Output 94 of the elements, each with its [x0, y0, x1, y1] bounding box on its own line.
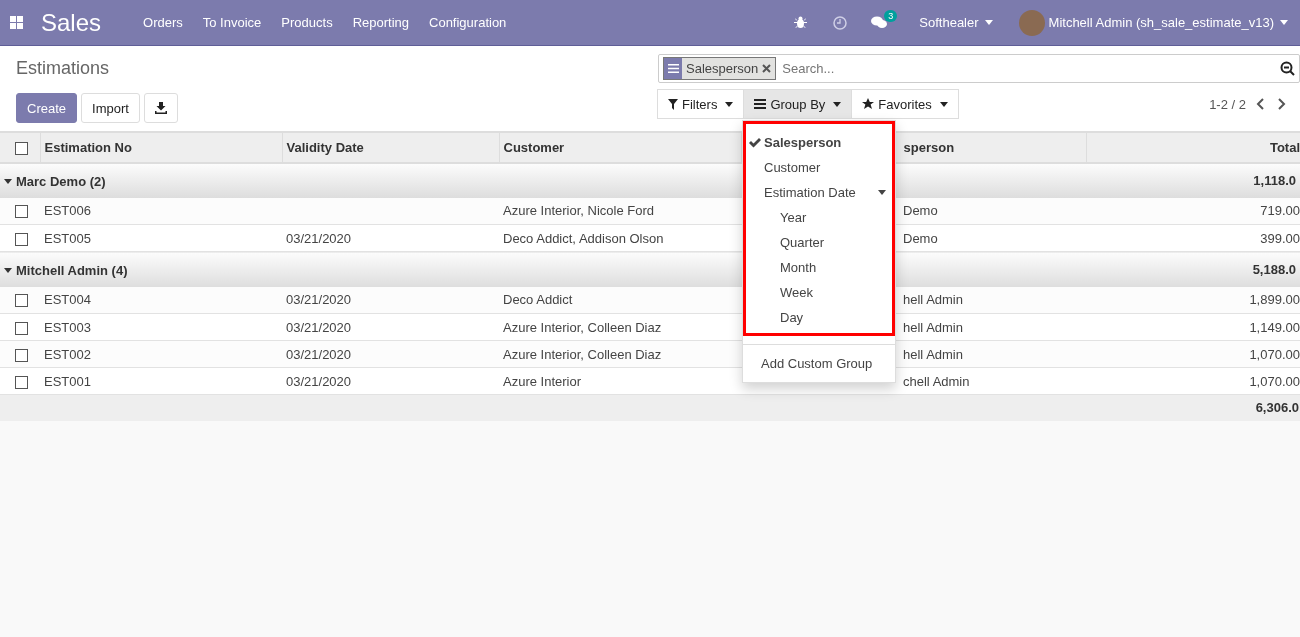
caret-icon — [878, 190, 886, 195]
import-button[interactable]: Import — [81, 93, 140, 123]
group-by-option[interactable]: Week — [746, 280, 892, 305]
column-header[interactable]: Estimation No — [40, 132, 282, 163]
table-cell: Demo — [903, 203, 938, 219]
caret-icon — [939, 101, 948, 107]
checkbox[interactable] — [15, 348, 28, 362]
search-tab[interactable]: Favorites — [851, 89, 959, 119]
filter-icon — [668, 98, 678, 110]
table-cell: 719.00 — [1260, 203, 1300, 219]
checkbox[interactable] — [15, 375, 28, 389]
nav-menu-item[interactable]: Products — [281, 15, 333, 30]
check-icon — [749, 137, 761, 148]
table-cell: hell Admin — [903, 346, 963, 362]
table-cell: Azure Interior, Nicole Ford — [503, 203, 654, 219]
search-tab[interactable]: Group By — [743, 89, 853, 119]
table-cell: EST006 — [44, 203, 91, 219]
search-facet[interactable]: Salesperson — [663, 57, 777, 80]
table-cell: Deco Addict — [503, 292, 573, 308]
nav-menu-item[interactable]: Configuration — [429, 15, 507, 30]
chat-icon[interactable] — [871, 16, 888, 29]
caret-icon — [4, 179, 12, 184]
column-header[interactable]: Total — [1086, 132, 1300, 163]
table-cell: Azure Interior — [503, 373, 582, 389]
checkbox[interactable] — [15, 232, 28, 246]
company-switcher[interactable]: Softhealer — [919, 15, 993, 30]
table-cell: 399.00 — [1260, 230, 1300, 246]
table-cell: 1,899.00 — [1249, 292, 1300, 308]
table-cell: 03/21/2020 — [286, 346, 352, 362]
table-cell: 03/21/2020 — [286, 292, 352, 308]
chevron-left-icon[interactable] — [1256, 98, 1264, 110]
menu-icon — [667, 64, 679, 73]
group-header[interactable]: Mitchell Admin (4) — [4, 262, 128, 278]
apps-icon[interactable] — [10, 16, 23, 29]
download-button[interactable] — [143, 93, 178, 123]
column-header[interactable]: Customer — [499, 132, 741, 163]
nav-menu-item[interactable]: To Invoice — [202, 15, 262, 30]
star-icon — [862, 98, 875, 110]
group-by-option[interactable]: Quarter — [746, 230, 892, 255]
checkbox[interactable] — [15, 294, 28, 308]
table-cell: EST003 — [44, 319, 91, 335]
table-cell: 1,070.00 — [1249, 373, 1300, 389]
clock-icon[interactable] — [833, 15, 848, 30]
bug-icon[interactable] — [794, 16, 808, 29]
group-by-option[interactable]: Year — [746, 205, 892, 230]
grand-total: 6,306.0 — [1255, 400, 1299, 416]
search-icon[interactable] — [1280, 61, 1295, 76]
download-icon — [154, 102, 167, 114]
table-cell: 1,149.00 — [1249, 319, 1300, 335]
table-cell: EST005 — [44, 230, 91, 246]
group-header[interactable]: Marc Demo (2) — [4, 174, 106, 189]
checkbox[interactable] — [15, 205, 28, 219]
pager: 1-2 / 2 — [1209, 96, 1246, 112]
breadcrumb: Estimations — [16, 58, 111, 79]
create-button[interactable]: Create — [16, 93, 78, 123]
checkbox[interactable] — [15, 141, 28, 155]
group-by-option[interactable]: Salesperson — [746, 130, 892, 155]
table-cell: hell Admin — [903, 292, 963, 308]
nav-menu-item[interactable]: Orders — [143, 15, 183, 30]
table-cell: 03/21/2020 — [286, 373, 352, 389]
app-title: Sales — [41, 8, 102, 37]
group-by-option[interactable]: Day — [746, 305, 892, 330]
table-cell: EST004 — [44, 292, 91, 308]
table-cell: Azure Interior, Colleen Diaz — [503, 319, 662, 335]
nav-menu-item[interactable]: Reporting — [352, 15, 409, 30]
caret-icon — [984, 20, 993, 25]
search-field[interactable]: Salesperson Search... — [658, 54, 1300, 83]
caret-icon — [725, 101, 734, 107]
caret-icon — [4, 267, 12, 273]
caret-icon — [1280, 20, 1288, 25]
table-cell: 03/21/2020 — [286, 230, 352, 246]
user-menu[interactable]: Mitchell Admin (sh_sale_estimate_v13) — [1048, 15, 1288, 30]
table-cell: chell Admin — [903, 373, 970, 389]
close-icon[interactable] — [762, 64, 772, 73]
group-total: 5,188.0 — [1252, 261, 1296, 277]
menu-icon — [754, 99, 767, 109]
add-custom-group[interactable]: Add Custom Group — [743, 351, 895, 376]
notification-badge: 3 — [884, 10, 898, 22]
table-cell: Demo — [903, 230, 938, 246]
checkbox[interactable] — [15, 321, 28, 335]
table-cell: hell Admin — [903, 319, 963, 335]
group-by-option[interactable]: Month — [746, 255, 892, 280]
table-cell: Deco Addict, Addison Olson — [503, 230, 664, 246]
table-cell: 1,070.00 — [1249, 346, 1300, 362]
table-cell: 03/21/2020 — [286, 319, 352, 335]
chevron-right-icon[interactable] — [1278, 98, 1286, 110]
group-total: 1,118.0 — [1253, 173, 1296, 188]
column-header[interactable]: Validity Date — [282, 132, 499, 163]
table-cell: Azure Interior, Colleen Diaz — [503, 346, 662, 362]
caret-icon — [833, 101, 842, 107]
search-tab[interactable]: Filters — [657, 89, 745, 119]
table-cell: EST001 — [44, 373, 91, 389]
table-cell: EST002 — [44, 346, 91, 362]
group-by-option[interactable]: Estimation Date — [746, 180, 892, 205]
